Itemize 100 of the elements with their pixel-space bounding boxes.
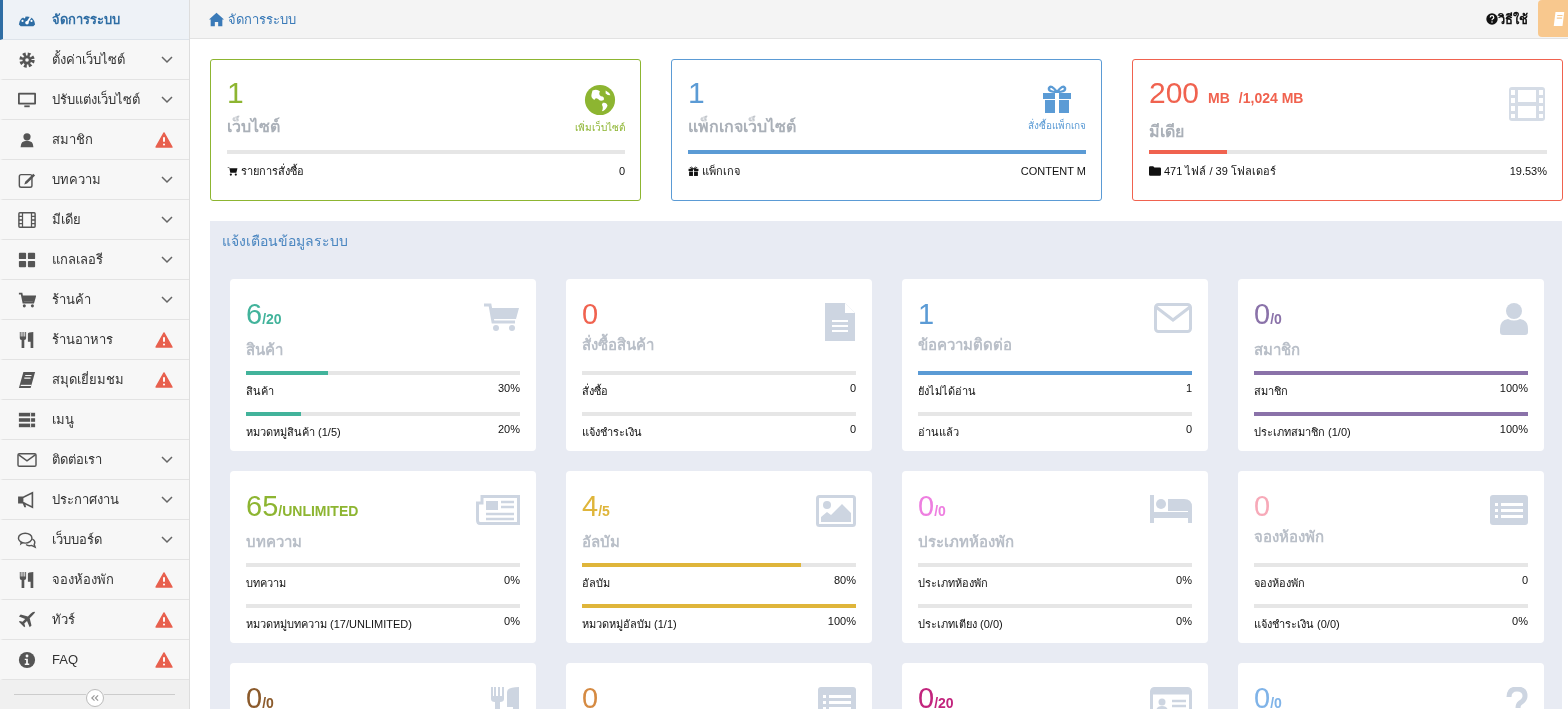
help-icon: [1486, 13, 1498, 25]
stat-row-label: หมวดหมู่สินค้า (1/5): [246, 425, 341, 441]
sidebar-item[interactable]: สมาชิก: [0, 120, 189, 160]
image-icon: [816, 495, 856, 527]
bed-icon: [1150, 495, 1192, 523]
sidebar-item[interactable]: ร้านค้า: [0, 280, 189, 320]
sidebar-item[interactable]: ตั้งค่าเว็บไซต์: [0, 40, 189, 80]
newspaper-icon: [476, 495, 520, 525]
stat-row-label: บทความ: [246, 576, 286, 591]
limit-label: /1,024 MB: [1238, 89, 1304, 108]
stat-value: 0: [918, 681, 935, 709]
gift-icon: [1041, 84, 1073, 114]
sidebar-item[interactable]: แกลเลอรี: [0, 240, 189, 280]
stat-row-label: สินค้า: [246, 384, 274, 399]
double-chevron-left-icon: [90, 693, 99, 702]
footer-label: 471 ไฟล์ / 39 โฟลเดอร์: [1164, 164, 1276, 179]
gift-icon: [688, 166, 699, 176]
stat-row-value: 0: [849, 423, 856, 437]
id-card-icon: [1150, 687, 1192, 709]
sidebar-item[interactable]: ปรับแต่งเว็บไซต์: [0, 80, 189, 120]
sidebar-item[interactable]: สมุดเยี่ยมชม: [0, 360, 189, 400]
stat-row-label: หมวดหมู่อัลบัม (1/1): [582, 617, 677, 633]
stat-limit: /0: [1270, 695, 1282, 709]
cart-icon: [227, 166, 238, 176]
stat-row-label: อ่านแล้ว: [918, 425, 959, 440]
sidebar-item[interactable]: บทความ: [0, 160, 189, 200]
stat-value: 0: [1254, 297, 1271, 331]
cart-icon: [484, 303, 520, 333]
stat-label: สินค้า: [246, 340, 283, 360]
footer-label: แพ็กเกจ: [702, 163, 740, 179]
sidebar-item[interactable]: ติดต่อเรา: [0, 440, 189, 480]
stat-row-label: แจ้งชำระเงิน: [582, 425, 642, 440]
sidebar-item[interactable]: มีเดีย: [0, 200, 189, 240]
stat-row-label: จองห้องพัก: [1254, 576, 1305, 591]
stat-row-value: 0%: [1512, 615, 1528, 629]
stat-label: สมาชิก: [1254, 340, 1300, 360]
folder-icon: [1149, 166, 1161, 176]
sidebar-item[interactable]: เมนู: [0, 400, 189, 440]
stat-label: ข้อความติดต่อ: [918, 335, 1012, 355]
guide-button[interactable]: [1538, 0, 1568, 37]
stat-row-label: หมวดหมู่บทความ (17/UNLIMITED): [246, 617, 412, 633]
sidebar-item[interactable]: จัดการระบบ: [0, 0, 189, 40]
unit-label: MB: [1208, 89, 1230, 108]
collapse-button[interactable]: [85, 688, 104, 707]
help-link[interactable]: วิธีใช้: [1498, 8, 1528, 30]
book-icon: [1552, 10, 1566, 27]
sidebar-item[interactable]: เว็บบอร์ด: [0, 520, 189, 560]
stat-row-value: 0: [1185, 423, 1192, 437]
stat-row-value: 100%: [1499, 382, 1528, 396]
stat-value: 0: [918, 489, 935, 523]
stat-row-value: 100%: [1499, 423, 1528, 437]
summary-label: แพ็กเกจเว็บไซต์: [688, 114, 796, 139]
sidebar-item[interactable]: จองห้องพัก: [0, 560, 189, 600]
footer-value: 19.53%: [1509, 165, 1547, 177]
menu-icon: [15, 450, 39, 469]
breadcrumb-link[interactable]: จัดการระบบ: [228, 8, 296, 30]
stat-value: 0: [1254, 489, 1271, 523]
footer-value: CONTENT M: [1020, 165, 1086, 177]
stat-limit: /0: [262, 695, 274, 709]
stat-limit: /UNLIMITED: [278, 503, 359, 521]
stat-value: 0: [582, 297, 599, 331]
stat-value: 4: [582, 489, 599, 523]
stat-row-value: 100%: [827, 615, 856, 629]
stat-value: 65: [246, 489, 279, 523]
stat-value: 0: [246, 681, 263, 709]
stat-label: จองห้องพัก: [1254, 527, 1324, 547]
menu-icon: [15, 210, 39, 229]
stat-row-value: 0%: [1176, 615, 1192, 629]
user-icon: [1500, 303, 1528, 335]
film-icon: [1507, 84, 1547, 124]
stat-value: 0: [582, 681, 599, 709]
stat-label: ประเภทห้องพัก: [918, 532, 1014, 552]
stat-row-value: 0: [1521, 574, 1528, 588]
stat-value: 0: [1254, 681, 1271, 709]
stat-limit: /0: [1270, 311, 1282, 329]
stat-label: บทความ: [246, 532, 303, 552]
globe-icon: [584, 84, 616, 116]
stat-limit: /20: [262, 311, 282, 329]
stat-row-label: แจ้งชำระเงิน (0/0): [1254, 617, 1340, 632]
stat-row-label: ประเภทห้องพัก: [918, 576, 988, 591]
sidebar-item[interactable]: ร้านอาหาร: [0, 320, 189, 360]
summary-value: 1: [688, 76, 705, 110]
stat-row-value: 0%: [504, 574, 520, 588]
stat-row-value: 80%: [833, 574, 856, 588]
stat-row-label: ประเภทเตียง (0/0): [918, 617, 1003, 632]
section-title: แจ้งเตือนข้อมูลระบบ: [222, 232, 349, 252]
sidebar-item[interactable]: ทัวร์: [0, 600, 189, 640]
summary-value: 200: [1149, 76, 1200, 110]
stat-row-value: 30%: [497, 382, 520, 396]
stat-row-label: สั่งซื้อ: [582, 382, 608, 399]
list-icon: [1490, 495, 1528, 525]
sidebar-item[interactable]: ประกาศงาน: [0, 480, 189, 520]
stat-row-value: 0: [849, 382, 856, 396]
stat-limit: /5: [598, 503, 610, 521]
stat-label: อัลบัม: [582, 532, 620, 552]
stat-row-value: 20%: [497, 423, 520, 437]
stat-row-value: 0%: [1176, 574, 1192, 588]
document-icon: [824, 303, 856, 341]
stat-row-label: ประเภทสมาชิก (1/0): [1254, 425, 1351, 440]
stat-value: 1: [918, 297, 935, 331]
